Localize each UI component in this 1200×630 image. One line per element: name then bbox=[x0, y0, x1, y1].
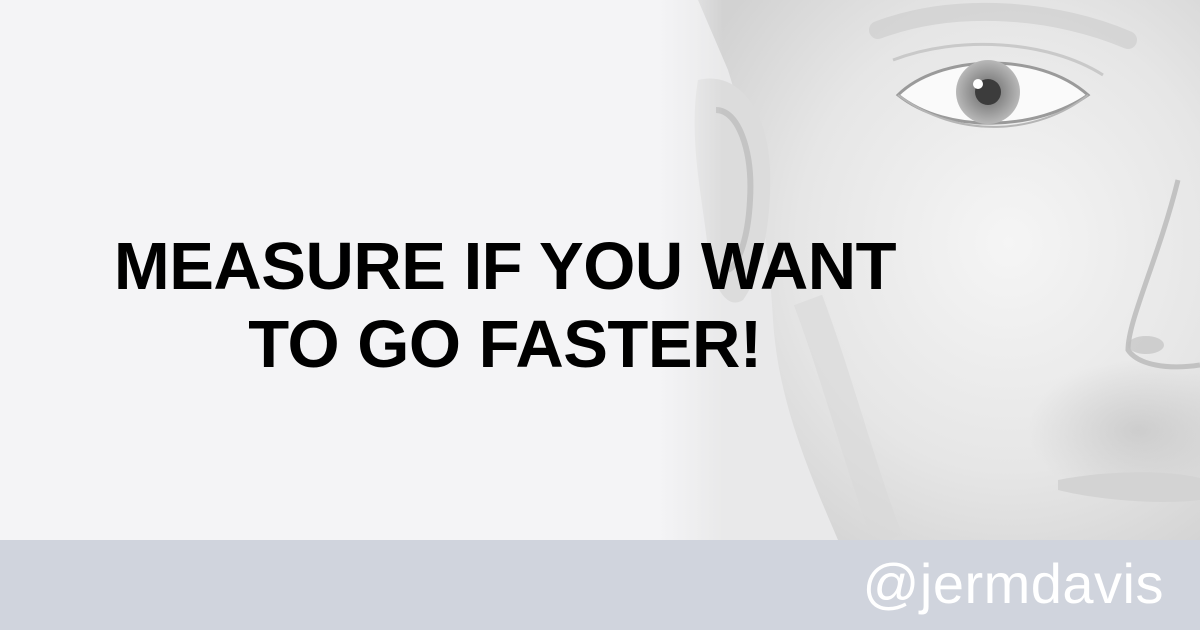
footer-bar: @jermdavis bbox=[0, 540, 1200, 630]
social-banner: MEASURE IF YOU WANT TO GO FASTER! @jermd… bbox=[0, 0, 1200, 630]
twitter-handle[interactable]: @jermdavis bbox=[863, 552, 1164, 616]
headline: MEASURE IF YOU WANT TO GO FASTER! bbox=[20, 228, 990, 384]
headline-line-1: MEASURE IF YOU WANT bbox=[113, 229, 897, 304]
headline-line-2: TO GO FASTER! bbox=[248, 307, 762, 382]
